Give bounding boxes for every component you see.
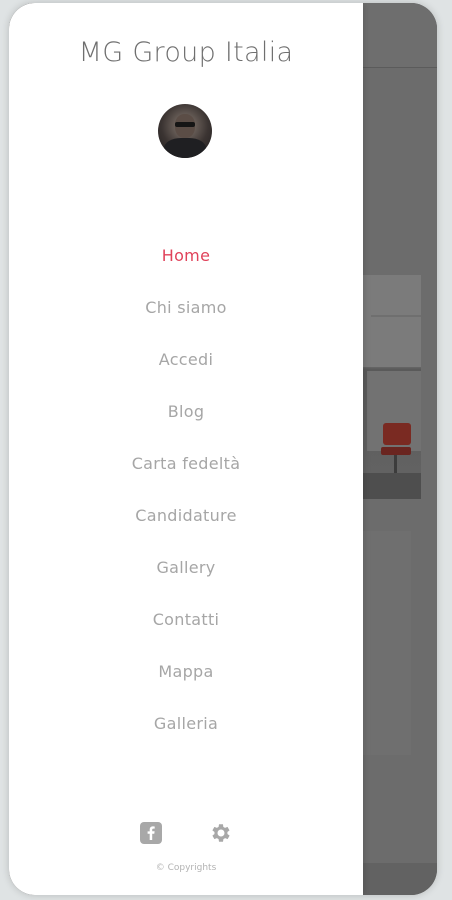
device-frame: MG Group Italia Home Chi siamo Accedi Bl… xyxy=(9,3,437,895)
background-footer xyxy=(361,863,437,895)
nav-item-candidature[interactable]: Candidature xyxy=(9,489,363,541)
nav-item-home[interactable]: Home xyxy=(9,229,363,281)
background-card xyxy=(361,531,411,755)
nav-item-mappa[interactable]: Mappa xyxy=(9,645,363,697)
nav-item-accedi[interactable]: Accedi xyxy=(9,333,363,385)
gear-icon[interactable] xyxy=(209,821,233,845)
nav-item-galleria[interactable]: Galleria xyxy=(9,697,363,749)
brand-title: MG Group Italia xyxy=(78,37,294,68)
facebook-icon[interactable] xyxy=(139,821,163,845)
avatar xyxy=(158,104,212,158)
nav-item-contatti[interactable]: Contatti xyxy=(9,593,363,645)
nav-item-blog[interactable]: Blog xyxy=(9,385,363,437)
social-links xyxy=(9,821,363,847)
copyright-text: © Copyrights xyxy=(155,863,217,873)
nav-menu: Home Chi siamo Accedi Blog Carta fedeltà… xyxy=(9,229,363,749)
background-office-image xyxy=(361,275,421,499)
nav-item-chi-siamo[interactable]: Chi siamo xyxy=(9,281,363,333)
nav-item-carta-fedelta[interactable]: Carta fedeltà xyxy=(9,437,363,489)
nav-item-gallery[interactable]: Gallery xyxy=(9,541,363,593)
navigation-drawer: MG Group Italia Home Chi siamo Accedi Bl… xyxy=(9,3,363,895)
